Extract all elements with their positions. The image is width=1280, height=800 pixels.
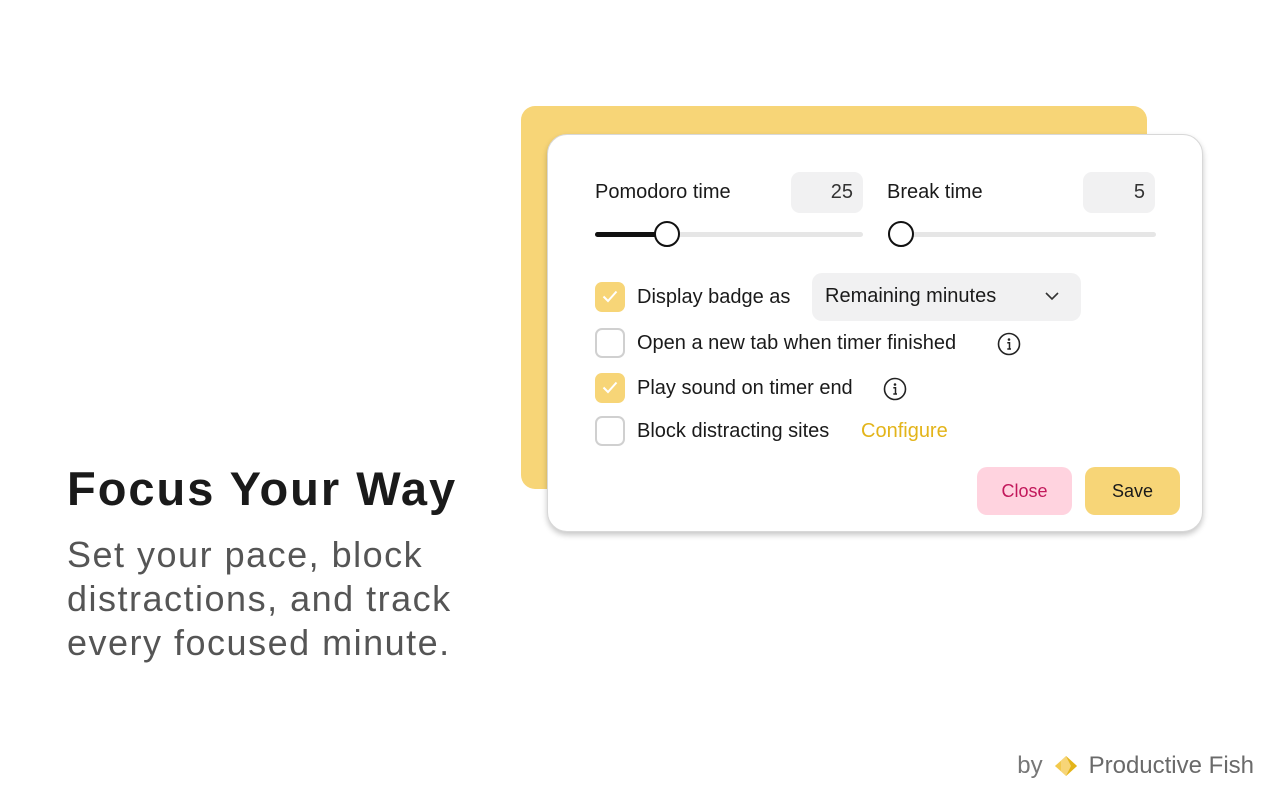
info-icon[interactable] xyxy=(883,377,907,401)
chevron-down-icon xyxy=(1045,292,1059,301)
break-label: Break time xyxy=(887,181,983,203)
hero-subtitle: Set your pace, block distractions, and t… xyxy=(67,533,507,665)
badge-format-select[interactable]: Remaining minutes xyxy=(812,273,1081,321)
break-slider[interactable] xyxy=(888,232,1156,237)
fish-logo-icon xyxy=(1054,756,1077,776)
info-icon[interactable] xyxy=(997,332,1021,356)
pomodoro-slider[interactable] xyxy=(595,232,863,237)
footer-credit: by Productive Fish xyxy=(1017,752,1254,780)
block-sites-label: Block distracting sites xyxy=(637,420,830,442)
play-sound-checkbox[interactable] xyxy=(595,373,625,403)
hero-subtitle-line: distractions, and track xyxy=(67,578,452,619)
hero-subtitle-line: every focused minute. xyxy=(67,622,451,663)
configure-link[interactable]: Configure xyxy=(861,420,948,443)
footer-by: by xyxy=(1017,752,1043,779)
settings-card: Pomodoro time 25 Break time 5 Display ba… xyxy=(547,134,1203,532)
close-button[interactable]: Close xyxy=(977,467,1072,515)
display-badge-checkbox[interactable] xyxy=(595,282,625,312)
break-slider-thumb[interactable] xyxy=(888,221,914,247)
badge-format-value: Remaining minutes xyxy=(825,285,997,307)
pomodoro-label: Pomodoro time xyxy=(595,181,731,203)
play-sound-label: Play sound on timer end xyxy=(637,377,853,399)
open-new-tab-checkbox[interactable] xyxy=(595,328,625,358)
save-button[interactable]: Save xyxy=(1085,467,1180,515)
hero-subtitle-line: Set your pace, block xyxy=(67,534,424,575)
hero-title: Focus Your Way xyxy=(67,462,458,515)
block-sites-checkbox[interactable] xyxy=(595,416,625,446)
open-new-tab-label: Open a new tab when timer finished xyxy=(637,332,957,354)
pomodoro-input[interactable]: 25 xyxy=(791,172,863,213)
footer-brand: Productive Fish xyxy=(1088,752,1254,779)
display-badge-label: Display badge as xyxy=(637,286,791,308)
break-input[interactable]: 5 xyxy=(1083,172,1155,213)
pomodoro-slider-thumb[interactable] xyxy=(654,221,680,247)
